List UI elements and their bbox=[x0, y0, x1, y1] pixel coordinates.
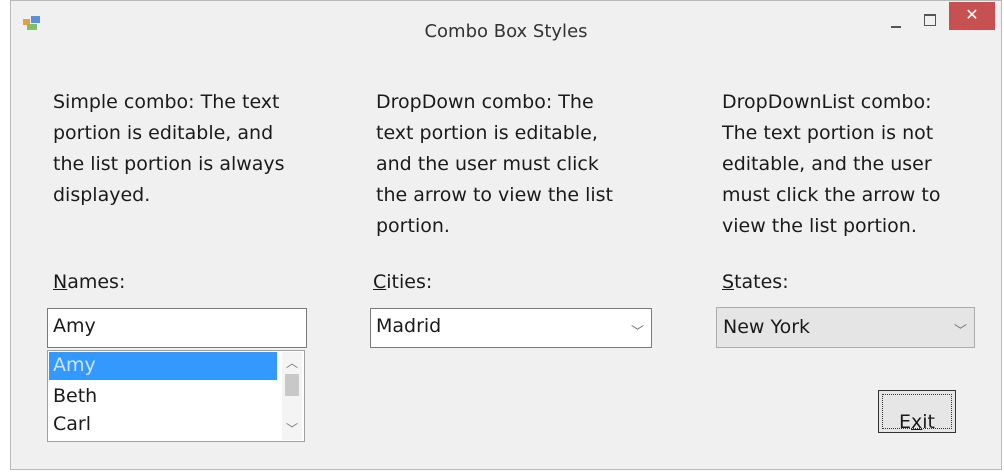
cities-combo-value: Madrid bbox=[376, 315, 442, 337]
names-combo-input[interactable]: Amy bbox=[47, 308, 307, 348]
chevron-down-icon[interactable]: ﹀ bbox=[631, 321, 645, 340]
close-button[interactable]: ✕ bbox=[949, 2, 995, 30]
exit-button[interactable]: Exit bbox=[878, 390, 956, 433]
list-item[interactable]: Amy bbox=[49, 352, 277, 380]
states-combo-value: New York bbox=[723, 316, 811, 338]
chevron-down-icon[interactable]: ﹀ bbox=[954, 320, 968, 339]
cities-label-text: ities: bbox=[386, 271, 433, 293]
names-label: Names: bbox=[53, 271, 125, 293]
app-window: Combo Box Styles ✕ Simple combo: The tex… bbox=[10, 0, 1002, 470]
states-label: States: bbox=[722, 271, 789, 293]
scroll-down-icon[interactable]: ﹀ bbox=[286, 420, 298, 436]
cities-combo-input[interactable]: Madrid ﹀ bbox=[370, 308, 652, 348]
dropdown-combo-description: DropDown combo: The text portion is edit… bbox=[376, 91, 613, 237]
cities-label: Cities: bbox=[373, 271, 432, 293]
title-bar[interactable]: Combo Box Styles ✕ bbox=[11, 1, 1001, 45]
states-label-text: tates: bbox=[734, 271, 789, 293]
minimize-button[interactable] bbox=[883, 9, 909, 33]
scroll-thumb[interactable] bbox=[285, 374, 299, 396]
scroll-up-icon[interactable]: ︿ bbox=[286, 354, 298, 370]
states-combo-select[interactable]: New York ﹀ bbox=[716, 307, 975, 348]
simple-combo-description: Simple combo: The text portion is editab… bbox=[53, 91, 285, 206]
cities-label-accelerator: C bbox=[373, 271, 387, 293]
list-item[interactable]: Beth bbox=[49, 383, 277, 411]
exit-button-label: Exit bbox=[899, 411, 935, 433]
names-label-accelerator: N bbox=[53, 271, 68, 293]
names-combo-list[interactable]: Amy Beth Carl ︿ ﹀ bbox=[47, 350, 305, 442]
list-item[interactable]: Carl bbox=[49, 411, 277, 439]
dropdownlist-combo-description: DropDownList combo: The text portion is … bbox=[722, 91, 941, 237]
list-scrollbar[interactable]: ︿ ﹀ bbox=[282, 352, 302, 440]
names-label-text: ames: bbox=[67, 271, 126, 293]
window-title: Combo Box Styles bbox=[424, 21, 588, 42]
names-combo-value: Amy bbox=[53, 315, 96, 337]
close-icon: ✕ bbox=[965, 5, 979, 24]
states-label-accelerator: S bbox=[722, 271, 735, 293]
maximize-button[interactable] bbox=[917, 9, 943, 33]
